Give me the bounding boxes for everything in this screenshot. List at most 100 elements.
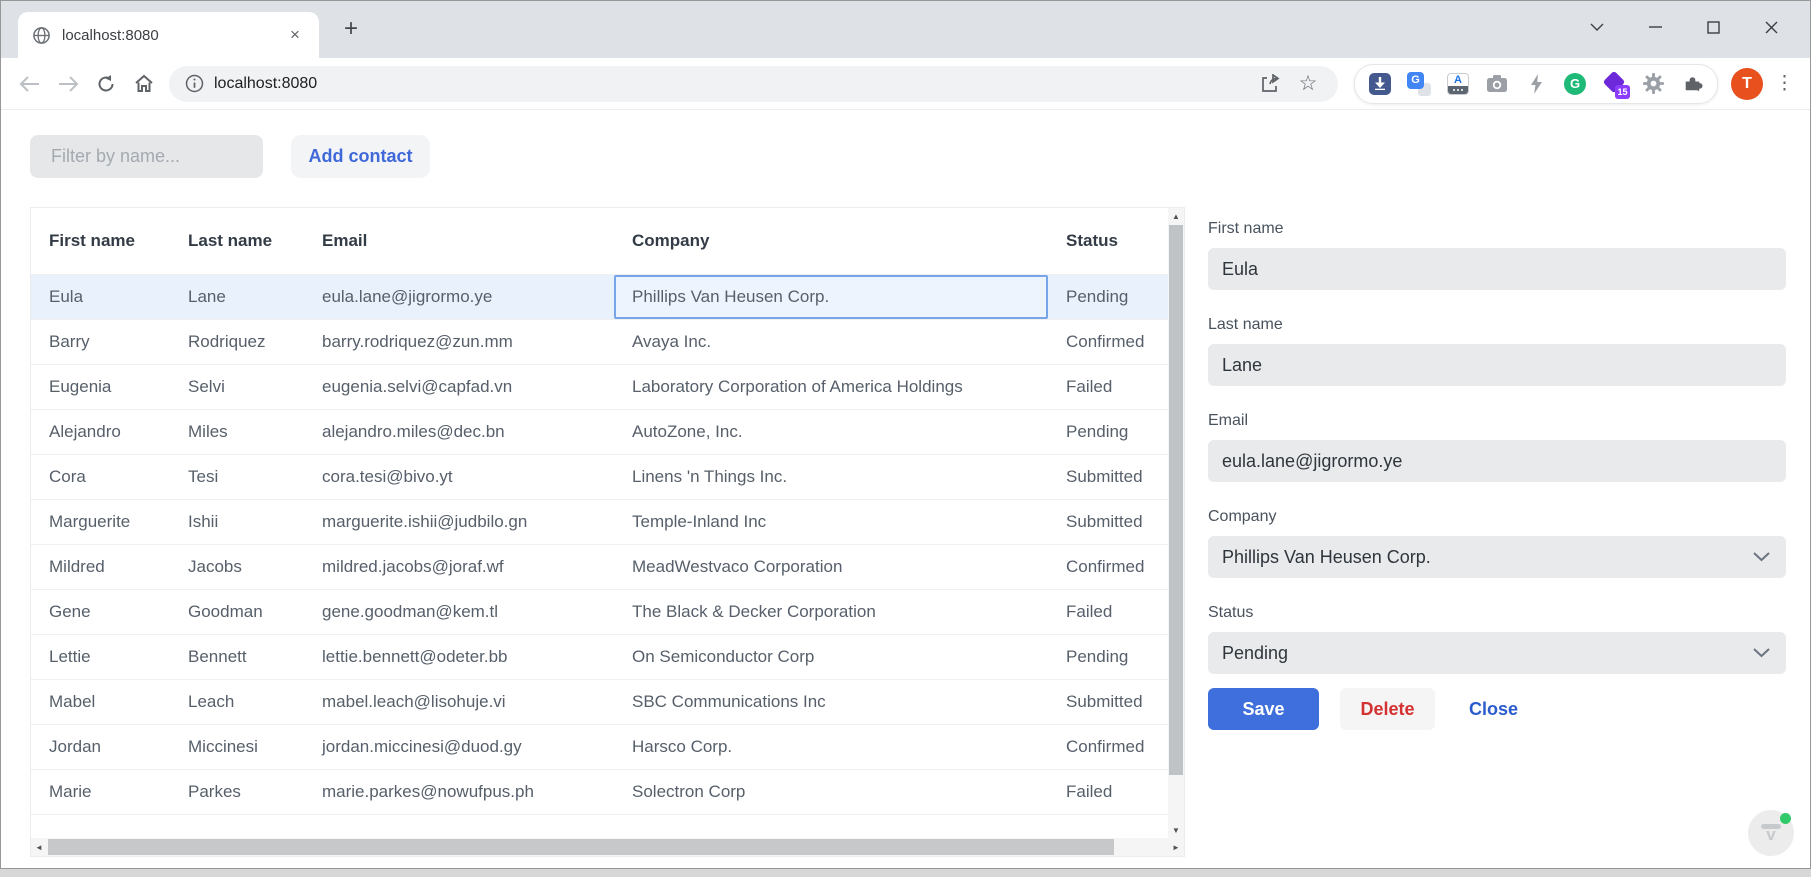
- url-text[interactable]: localhost:8080: [214, 75, 1246, 93]
- cell-first-name[interactable]: Eula: [31, 275, 170, 319]
- cell-company[interactable]: On Semiconductor Corp: [614, 635, 1048, 679]
- scroll-up-icon[interactable]: ▲: [1168, 208, 1184, 224]
- status-select[interactable]: Pending: [1208, 632, 1786, 674]
- input-tools-extension-icon[interactable]: A: [1446, 72, 1470, 96]
- vaadin-assistant-badge[interactable]: v: [1748, 810, 1794, 856]
- cell-first-name[interactable]: Mabel: [31, 680, 170, 724]
- cell-email[interactable]: cora.tesi@bivo.yt: [304, 455, 614, 499]
- table-row[interactable]: Marie Parkes marie.parkes@nowufpus.ph Solec…: [31, 769, 1168, 814]
- home-icon[interactable]: [125, 65, 163, 103]
- cell-status[interactable]: Failed: [1048, 770, 1168, 814]
- cell-first-name[interactable]: Barry: [31, 320, 170, 364]
- cell-company[interactable]: Solectron Corp: [614, 770, 1048, 814]
- cell-status[interactable]: Failed: [1048, 590, 1168, 634]
- cell-company[interactable]: AutoZone, Inc.: [614, 410, 1048, 454]
- column-header-last-name[interactable]: Last name: [170, 231, 304, 251]
- table-row[interactable]: Marguerite Ishii marguerite.ishii@judbilo.…: [31, 499, 1168, 544]
- cell-email[interactable]: mabel.leach@lisohuje.vi: [304, 680, 614, 724]
- cell-last-name[interactable]: Miccinesi: [170, 725, 304, 769]
- cell-last-name[interactable]: Bennett: [170, 635, 304, 679]
- cell-email[interactable]: barry.rodriquez@zun.mm: [304, 320, 614, 364]
- cell-last-name[interactable]: Selvi: [170, 365, 304, 409]
- horizontal-scrollbar[interactable]: ◄ ►: [31, 838, 1184, 856]
- settings-gear-extension-icon[interactable]: [1641, 72, 1665, 96]
- scroll-left-icon[interactable]: ◄: [31, 838, 47, 856]
- scroll-down-icon[interactable]: ▼: [1168, 822, 1184, 838]
- table-row[interactable]: Alejandro Miles alejandro.miles@dec.bn Auto…: [31, 409, 1168, 454]
- cell-last-name[interactable]: Jacobs: [170, 545, 304, 589]
- table-row[interactable]: Mabel Leach mabel.leach@lisohuje.vi SBC Com…: [31, 679, 1168, 724]
- vertical-scrollbar[interactable]: ▲ ▼: [1168, 208, 1184, 838]
- window-close-button[interactable]: [1742, 1, 1800, 53]
- new-tab-button[interactable]: +: [337, 15, 365, 43]
- filter-input[interactable]: [30, 135, 263, 178]
- cell-email[interactable]: gene.goodman@kem.tl: [304, 590, 614, 634]
- cell-status[interactable]: Submitted: [1048, 500, 1168, 544]
- cell-company[interactable]: Laboratory Corporation of America Holdin…: [614, 365, 1048, 409]
- close-button[interactable]: Close: [1463, 698, 1524, 721]
- translate-extension-icon[interactable]: G: [1407, 71, 1431, 96]
- first-name-input[interactable]: [1208, 248, 1786, 290]
- cell-company[interactable]: SBC Communications Inc: [614, 680, 1048, 724]
- column-header-email[interactable]: Email: [304, 231, 614, 251]
- back-icon[interactable]: [11, 65, 49, 103]
- delete-button[interactable]: Delete: [1340, 688, 1435, 730]
- cell-company[interactable]: Harsco Corp.: [614, 725, 1048, 769]
- cell-email[interactable]: eugenia.selvi@capfad.vn: [304, 365, 614, 409]
- cell-last-name[interactable]: Ishii: [170, 500, 304, 544]
- profile-avatar[interactable]: T: [1731, 67, 1763, 100]
- horizontal-scroll-thumb[interactable]: [48, 839, 1114, 855]
- column-header-status[interactable]: Status: [1048, 231, 1168, 251]
- cell-company[interactable]: Avaya Inc.: [614, 320, 1048, 364]
- cell-email[interactable]: mildred.jacobs@joraf.wf: [304, 545, 614, 589]
- cell-status[interactable]: Submitted: [1048, 455, 1168, 499]
- cell-status[interactable]: Pending: [1048, 410, 1168, 454]
- cell-last-name[interactable]: Parkes: [170, 770, 304, 814]
- cell-email[interactable]: marguerite.ishii@judbilo.gn: [304, 500, 614, 544]
- cell-last-name[interactable]: Tesi: [170, 455, 304, 499]
- cell-company[interactable]: Temple-Inland Inc: [614, 500, 1048, 544]
- table-row[interactable]: Barry Rodriquez barry.rodriquez@zun.mm Avay…: [31, 319, 1168, 364]
- address-bar[interactable]: localhost:8080 ☆: [169, 65, 1338, 102]
- share-icon[interactable]: [1256, 70, 1284, 98]
- window-maximize-button[interactable]: [1684, 1, 1742, 53]
- cell-email[interactable]: marie.parkes@nowufpus.ph: [304, 770, 614, 814]
- tab-close-icon[interactable]: ×: [285, 25, 305, 45]
- table-row[interactable]: Lettie Bennett lettie.bennett@odeter.bb On …: [31, 634, 1168, 679]
- cell-first-name[interactable]: Mildred: [31, 545, 170, 589]
- cell-email[interactable]: lettie.bennett@odeter.bb: [304, 635, 614, 679]
- cell-company[interactable]: Phillips Van Heusen Corp.: [614, 275, 1048, 319]
- cell-status[interactable]: Submitted: [1048, 680, 1168, 724]
- column-header-first-name[interactable]: First name: [31, 231, 170, 251]
- email-input[interactable]: [1208, 440, 1786, 482]
- cell-first-name[interactable]: Cora: [31, 455, 170, 499]
- lightning-extension-icon[interactable]: [1524, 72, 1548, 96]
- cell-email[interactable]: eula.lane@jigrormo.ye: [304, 275, 614, 319]
- extensions-puzzle-icon[interactable]: [1680, 72, 1704, 96]
- table-row[interactable]: Gene Goodman gene.goodman@kem.tl The Black …: [31, 589, 1168, 634]
- cell-first-name[interactable]: Marguerite: [31, 500, 170, 544]
- cell-first-name[interactable]: Eugenia: [31, 365, 170, 409]
- cell-first-name[interactable]: Alejandro: [31, 410, 170, 454]
- cell-status[interactable]: Failed: [1048, 365, 1168, 409]
- add-contact-button[interactable]: Add contact: [291, 135, 430, 178]
- window-chevron-down-icon[interactable]: [1568, 1, 1626, 53]
- screenshot-camera-extension-icon[interactable]: [1485, 72, 1509, 96]
- education-extension-icon[interactable]: 15: [1602, 70, 1630, 99]
- cell-last-name[interactable]: Rodriquez: [170, 320, 304, 364]
- vertical-scroll-thumb[interactable]: [1169, 225, 1183, 775]
- column-header-company[interactable]: Company: [614, 231, 1048, 251]
- table-row[interactable]: Eula Lane eula.lane@jigrormo.ye Phillips Va…: [31, 274, 1168, 319]
- cell-company[interactable]: Linens 'n Things Inc.: [614, 455, 1048, 499]
- cell-status[interactable]: Pending: [1048, 635, 1168, 679]
- site-info-icon[interactable]: [185, 74, 204, 93]
- cell-email[interactable]: alejandro.miles@dec.bn: [304, 410, 614, 454]
- grammarly-extension-icon[interactable]: G: [1563, 72, 1587, 96]
- cell-status[interactable]: Pending: [1048, 275, 1168, 319]
- save-button[interactable]: Save: [1208, 688, 1319, 730]
- cell-last-name[interactable]: Miles: [170, 410, 304, 454]
- cell-first-name[interactable]: Marie: [31, 770, 170, 814]
- last-name-input[interactable]: [1208, 344, 1786, 386]
- cell-last-name[interactable]: Lane: [170, 275, 304, 319]
- bookmark-star-icon[interactable]: ☆: [1294, 70, 1322, 98]
